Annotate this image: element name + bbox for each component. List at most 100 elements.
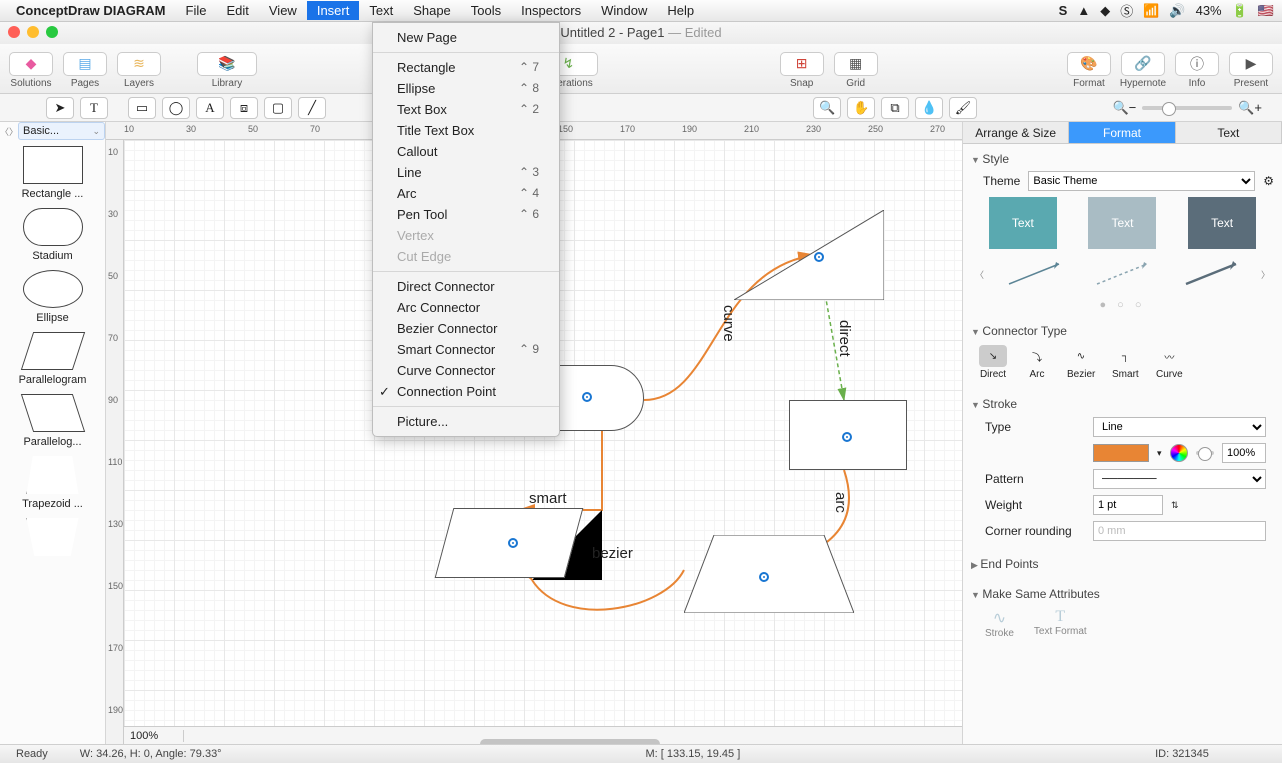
sidebar-shape-trap[interactable]: Trapezoid ... (0, 450, 105, 512)
canvas-shape-delay[interactable] (554, 365, 644, 431)
menu-item-connection-point[interactable]: ✓Connection Point (373, 381, 559, 402)
library-selector[interactable]: Basic...⌄ (18, 122, 105, 140)
diamond-icon[interactable]: ◆ (1100, 3, 1110, 19)
pages-button[interactable]: ▤Pages (60, 49, 110, 89)
minimize-window-button[interactable] (27, 26, 39, 38)
ellipse-tool[interactable]: ◯ (162, 97, 190, 119)
style-pager[interactable]: ● ○ ○ (971, 299, 1274, 311)
library-button[interactable]: 📚Library (202, 49, 252, 89)
tab-arrange-size[interactable]: Arrange & Size (963, 122, 1069, 144)
info-button[interactable]: ⓘInfo (1172, 49, 1222, 89)
cloud-icon[interactable]: ▲ (1077, 3, 1090, 18)
menu-item-callout[interactable]: Callout (373, 141, 559, 162)
theme-swatch-3[interactable]: Text (1188, 197, 1256, 249)
menu-item-direct-connector[interactable]: Direct Connector (373, 276, 559, 297)
textbox-tool[interactable]: A (196, 97, 224, 119)
tab-format[interactable]: Format (1069, 122, 1175, 144)
menu-item-line[interactable]: Line⌃ 3 (373, 162, 559, 183)
pattern-select[interactable]: ─────── (1093, 469, 1266, 489)
menu-item-picture-[interactable]: Picture... (373, 411, 559, 432)
connector-type-header[interactable]: Connector Type (971, 321, 1274, 341)
opacity-input[interactable] (1222, 443, 1266, 463)
line-style-solid-icon[interactable] (1004, 259, 1064, 289)
theme-swatch-2[interactable]: Text (1088, 197, 1156, 249)
zoom-in-icon[interactable]: 🔍+ (1238, 100, 1262, 116)
menu-item-ellipse[interactable]: Ellipse⌃ 8 (373, 78, 559, 99)
sidebar-prev-icon[interactable]: 〈 (0, 125, 9, 138)
connector-type-bezier[interactable]: ∿Bezier (1067, 345, 1095, 380)
menu-item-title-text-box[interactable]: Title Text Box (373, 120, 559, 141)
pointer-tool[interactable]: ➤ (46, 97, 74, 119)
msa-stroke-button[interactable]: ∿Stroke (985, 608, 1014, 639)
menu-view[interactable]: View (259, 1, 307, 20)
snap-button[interactable]: ⊞Snap (777, 49, 827, 89)
skype-icon[interactable]: Ⓢ (1120, 1, 1133, 20)
line-tool[interactable]: ╱ (298, 97, 326, 119)
close-window-button[interactable] (8, 26, 20, 38)
menu-item-smart-connector[interactable]: Smart Connector⌃ 9 (373, 339, 559, 360)
sidebar-next-icon[interactable]: 〉 (9, 125, 18, 138)
msa-text-format-button[interactable]: TText Format (1034, 608, 1087, 639)
wifi-icon[interactable]: 📶 (1143, 3, 1159, 19)
callout-tool[interactable]: ▢ (264, 97, 292, 119)
title-textbox-tool[interactable]: ⧈ (230, 97, 258, 119)
zoom-window-button[interactable] (46, 26, 58, 38)
sidebar-shape-para[interactable]: Parallelogram (0, 326, 105, 388)
stroke-color-button[interactable] (1093, 444, 1149, 462)
sidebar-shape-para2[interactable]: Parallelog... (0, 388, 105, 450)
gear-icon[interactable]: ⚙ (1263, 174, 1274, 188)
battery-icon[interactable]: 🔋 (1232, 3, 1248, 19)
menu-item-bezier-connector[interactable]: Bezier Connector (373, 318, 559, 339)
menu-shape[interactable]: Shape (403, 1, 461, 20)
present-button[interactable]: ▶Present (1226, 49, 1276, 89)
hand-tool[interactable]: ✋ (847, 97, 875, 119)
color-wheel-icon[interactable] (1170, 444, 1188, 462)
volume-icon[interactable]: 🔊 (1169, 3, 1185, 19)
connector-type-arc[interactable]: ⤵Arc (1023, 345, 1051, 380)
solutions-button[interactable]: ◆Solutions (6, 49, 56, 89)
menu-tools[interactable]: Tools (461, 1, 511, 20)
format-button[interactable]: 🎨Format (1064, 49, 1114, 89)
line-style-dashed-icon[interactable] (1092, 259, 1152, 289)
menu-item-arc[interactable]: Arc⌃ 4 (373, 183, 559, 204)
swatch-prev-icon[interactable]: 〈 (971, 268, 988, 281)
menu-file[interactable]: File (176, 1, 217, 20)
theme-swatch-1[interactable]: Text (989, 197, 1057, 249)
zoom-slider[interactable] (1142, 106, 1232, 110)
make-same-attributes-header[interactable]: Make Same Attributes (971, 584, 1274, 604)
menu-item-text-box[interactable]: Text Box⌃ 2 (373, 99, 559, 120)
theme-select[interactable]: Basic Theme (1028, 171, 1255, 191)
eyedropper-tool[interactable]: 💧 (915, 97, 943, 119)
opacity-slider[interactable] (1196, 451, 1214, 455)
zoom-out-icon[interactable]: 🔍− (1112, 100, 1136, 116)
stroke-type-select[interactable]: Line (1093, 417, 1266, 437)
connection-point-icon[interactable] (842, 432, 852, 442)
tab-text[interactable]: Text (1176, 122, 1282, 144)
layers-button[interactable]: ≋Layers (114, 49, 164, 89)
canvas-shape-trapezoid[interactable] (684, 535, 854, 613)
style-section-header[interactable]: Style (971, 149, 1274, 169)
rectangle-tool[interactable]: ▭ (128, 97, 156, 119)
crop-tool[interactable]: ⧉ (881, 97, 909, 119)
connection-point-icon[interactable] (814, 252, 824, 262)
sidebar-shape-ell[interactable]: Ellipse (0, 264, 105, 326)
line-style-bold-icon[interactable] (1181, 259, 1241, 289)
flag-icon[interactable]: 🇺🇸 (1258, 3, 1274, 19)
battery-percent[interactable]: 43% (1196, 3, 1222, 18)
menu-item-new-page[interactable]: New Page (373, 27, 559, 48)
menu-window[interactable]: Window (591, 1, 657, 20)
menu-help[interactable]: Help (657, 1, 704, 20)
weight-input[interactable] (1093, 495, 1163, 515)
menu-item-rectangle[interactable]: Rectangle⌃ 7 (373, 57, 559, 78)
corner-rounding-input[interactable] (1093, 521, 1266, 541)
menu-text[interactable]: Text (359, 1, 403, 20)
text-tool[interactable]: T (80, 97, 108, 119)
brush-tool[interactable]: 🖌 (949, 97, 977, 119)
menu-item-pen-tool[interactable]: Pen Tool⌃ 6 (373, 204, 559, 225)
menu-inspectors[interactable]: Inspectors (511, 1, 591, 20)
connection-point-icon[interactable] (508, 538, 518, 548)
sidebar-shape-rect[interactable]: Rectangle ... (0, 140, 105, 202)
swatch-next-icon[interactable]: 〉 (1257, 268, 1274, 281)
menu-edit[interactable]: Edit (216, 1, 258, 20)
stroke-section-header[interactable]: Stroke (971, 394, 1274, 414)
